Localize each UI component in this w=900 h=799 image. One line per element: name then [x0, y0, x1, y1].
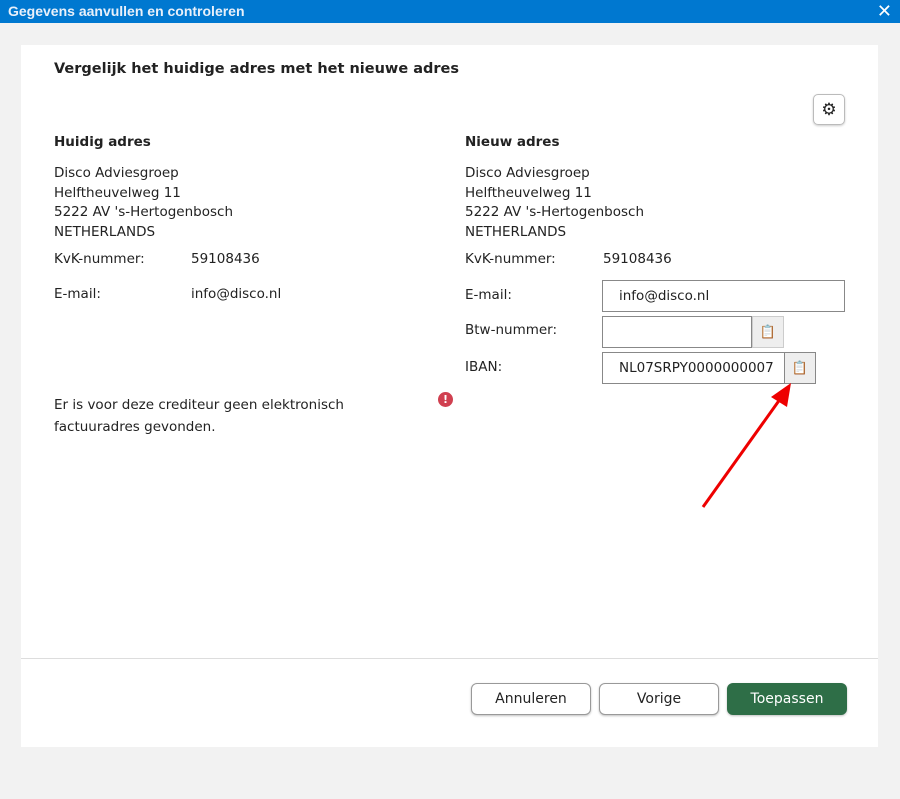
warning-icon: !	[438, 392, 453, 407]
settings-button[interactable]: ⚙	[813, 94, 845, 125]
window-titlebar: Gegevens aanvullen en controleren ✕	[0, 0, 900, 23]
address-line: Helftheuvelweg 11	[54, 184, 181, 201]
current-kvk-value: 59108436	[191, 251, 260, 267]
cancel-button[interactable]: Annuleren	[471, 683, 591, 715]
current-kvk-label: KvK-nummer:	[54, 251, 145, 267]
current-address: Disco Adviesgroep Helftheuvelweg 11 5222…	[54, 164, 233, 242]
btw-input[interactable]	[602, 316, 752, 348]
new-kvk-value: 59108436	[603, 251, 672, 267]
close-icon[interactable]: ✕	[877, 1, 892, 22]
clipboard-check-icon: 📋	[791, 360, 809, 376]
dialog-panel: Vergelijk het huidige adres met het nieu…	[21, 45, 878, 747]
address-line: NETHERLANDS	[465, 223, 567, 240]
btw-paste-button[interactable]: 📋	[752, 316, 784, 348]
email-input[interactable]: info@disco.nl	[602, 280, 845, 312]
gear-icon: ⚙	[821, 99, 837, 120]
new-address: Disco Adviesgroep Helftheuvelweg 11 5222…	[465, 164, 644, 242]
clipboard-check-icon: 📋	[759, 324, 777, 340]
address-line: Disco Adviesgroep	[465, 165, 590, 181]
address-line: 5222 AV 's-Hertogenbosch	[54, 204, 233, 220]
footer-divider	[21, 658, 878, 659]
current-address-title: Huidig adres	[54, 134, 151, 150]
apply-button[interactable]: Toepassen	[727, 683, 847, 715]
address-line: Disco Adviesgroep	[54, 165, 179, 181]
new-email-label: E-mail:	[465, 287, 512, 303]
new-kvk-label: KvK-nummer:	[465, 251, 556, 267]
address-line: Helftheuvelweg 11	[465, 184, 592, 201]
iban-label: IBAN:	[465, 359, 503, 375]
address-line: 5222 AV 's-Hertogenbosch	[465, 204, 644, 220]
warning-text: Er is voor deze crediteur geen elektroni…	[54, 397, 344, 435]
previous-button[interactable]: Vorige	[599, 683, 719, 715]
btw-label: Btw-nummer:	[465, 322, 558, 338]
red-arrow-annotation	[701, 383, 791, 508]
window-title: Gegevens aanvullen en controleren	[8, 3, 245, 19]
address-line: NETHERLANDS	[54, 223, 156, 240]
page-title: Vergelijk het huidige adres met het nieu…	[54, 61, 459, 77]
current-email-value: info@disco.nl	[191, 286, 282, 302]
current-email-label: E-mail:	[54, 286, 101, 302]
new-address-title: Nieuw adres	[465, 134, 560, 150]
